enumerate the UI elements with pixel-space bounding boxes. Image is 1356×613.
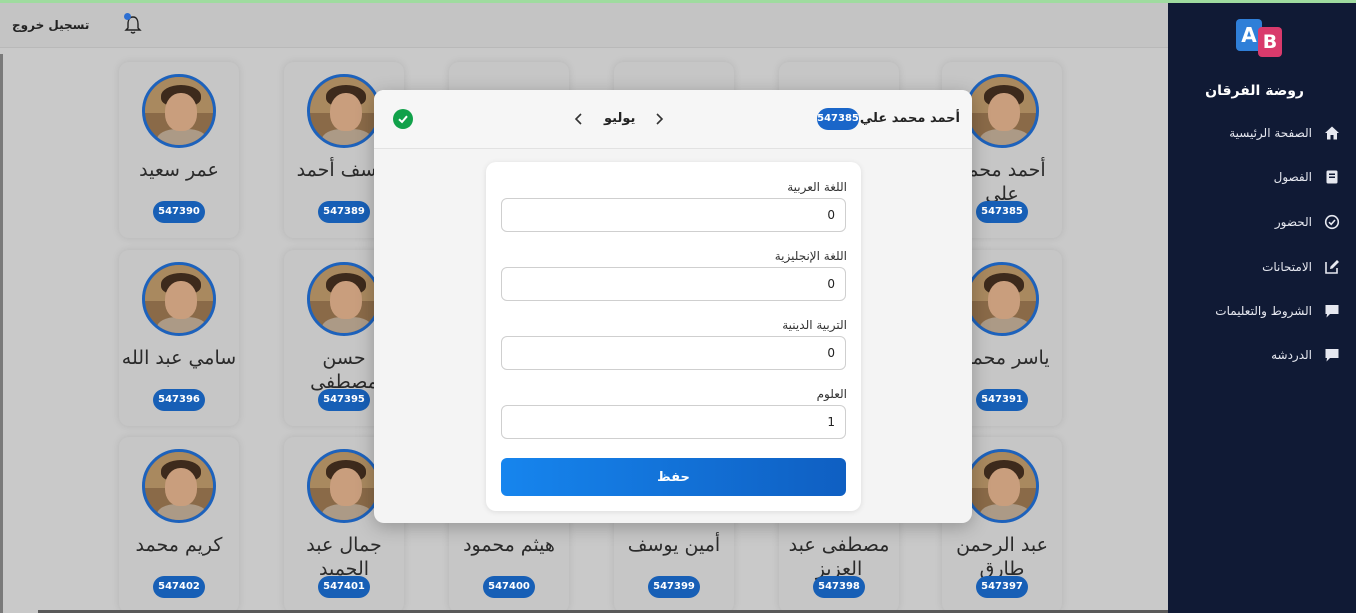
student-avatar xyxy=(307,449,381,523)
sidebar-item-label: الحضور xyxy=(1274,215,1312,229)
student-name: عمر سعيد xyxy=(139,159,219,181)
student-id-badge: 547401 xyxy=(318,576,370,598)
student-id-badge: 547398 xyxy=(813,576,865,598)
student-avatar xyxy=(307,262,381,336)
chevron-right-icon[interactable] xyxy=(651,108,669,130)
grades-form: اللغة العربية اللغة الإنجليزية التربية ا… xyxy=(486,162,861,511)
sidebar: A B روضة الفرقان الصفحة الرئيسية الفصول … xyxy=(1168,3,1356,613)
sidebar-item-label: الشروط والتعليمات xyxy=(1215,304,1312,318)
check-circle-icon[interactable] xyxy=(393,109,413,129)
student-avatar xyxy=(965,449,1039,523)
sidebar-item-label: الامتحانات xyxy=(1262,260,1312,274)
student-name: سامي عبد الله xyxy=(121,347,237,369)
student-avatar xyxy=(965,262,1039,336)
sidebar-item-label: الدردشه xyxy=(1271,348,1312,362)
science-grade-input[interactable] xyxy=(501,405,846,439)
student-name: عبد الرحمن طارق xyxy=(956,534,1048,580)
modal-student-name: أحمد محمد علي xyxy=(859,111,960,126)
field-label-religion: التربية الدينية xyxy=(782,318,847,332)
student-id-badge: 547396 xyxy=(153,389,205,411)
student-id-badge: 547391 xyxy=(976,389,1028,411)
student-name: كريم محمد xyxy=(135,534,223,556)
student-name: جمال عبد الحميد xyxy=(306,534,382,580)
sidebar-item-attendance[interactable]: الحضور xyxy=(1190,207,1340,237)
religion-grade-input[interactable] xyxy=(501,336,846,370)
chat-icon xyxy=(1325,349,1339,362)
sidebar-item-label: الصفحة الرئيسية xyxy=(1229,126,1312,140)
sidebar-item-exams[interactable]: الامتحانات xyxy=(1190,252,1340,282)
grades-modal: أحمد محمد علي 547385 يوليو اللغة العربية… xyxy=(374,90,972,523)
chevron-left-icon[interactable] xyxy=(570,108,588,130)
comment-icon xyxy=(1325,305,1339,318)
student-card[interactable]: كريم محمد 547402 xyxy=(119,437,239,613)
arabic-grade-input[interactable] xyxy=(501,198,846,232)
student-name: مصطفى عبد العزيز xyxy=(788,534,890,580)
student-id-badge: 547389 xyxy=(318,201,370,223)
logo-letter-b: B xyxy=(1258,27,1282,57)
left-scroll-edge xyxy=(0,54,3,613)
student-id-badge: 547402 xyxy=(153,576,205,598)
student-avatar xyxy=(142,449,216,523)
student-avatar xyxy=(142,74,216,148)
notification-dot xyxy=(124,13,131,20)
save-button[interactable]: حفظ xyxy=(501,458,846,496)
student-id-badge: 547400 xyxy=(483,576,535,598)
top-header: تسجيل خروج xyxy=(0,3,1168,48)
sidebar-item-classes[interactable]: الفصول xyxy=(1190,162,1340,192)
modal-header: أحمد محمد علي 547385 يوليو xyxy=(374,90,972,149)
edit-icon xyxy=(1325,260,1339,274)
student-avatar xyxy=(965,74,1039,148)
student-name: أمين يوسف xyxy=(627,534,721,556)
app-logo: A B xyxy=(1232,13,1288,65)
home-icon xyxy=(1325,126,1339,140)
student-id-badge: 547395 xyxy=(318,389,370,411)
student-id-badge: 547397 xyxy=(976,576,1028,598)
student-id-badge: 547399 xyxy=(648,576,700,598)
check-circle-icon xyxy=(1324,214,1340,230)
sidebar-item-chat[interactable]: الدردشه xyxy=(1190,340,1340,370)
student-card[interactable]: سامي عبد الله 547396 xyxy=(119,250,239,426)
modal-student-id-badge: 547385 xyxy=(817,108,859,130)
student-card[interactable]: عمر سعيد 547390 xyxy=(119,62,239,238)
month-label: يوليو xyxy=(604,111,636,126)
student-avatar xyxy=(307,74,381,148)
logout-button[interactable]: تسجيل خروج xyxy=(12,18,89,32)
student-id-badge: 547390 xyxy=(153,201,205,223)
sidebar-item-home[interactable]: الصفحة الرئيسية xyxy=(1190,118,1340,148)
field-label-arabic: اللغة العربية xyxy=(787,180,847,194)
sidebar-item-label: الفصول xyxy=(1273,170,1312,184)
sidebar-item-terms[interactable]: الشروط والتعليمات xyxy=(1190,296,1340,326)
english-grade-input[interactable] xyxy=(501,267,846,301)
field-label-english: اللغة الإنجليزية xyxy=(774,249,847,263)
school-name: روضة الفرقان xyxy=(1205,83,1304,99)
book-icon xyxy=(1326,170,1338,184)
student-avatar xyxy=(142,262,216,336)
student-id-badge: 547385 xyxy=(976,201,1028,223)
student-name: هيثم محمود xyxy=(463,534,555,556)
field-label-science: العلوم xyxy=(816,387,847,401)
